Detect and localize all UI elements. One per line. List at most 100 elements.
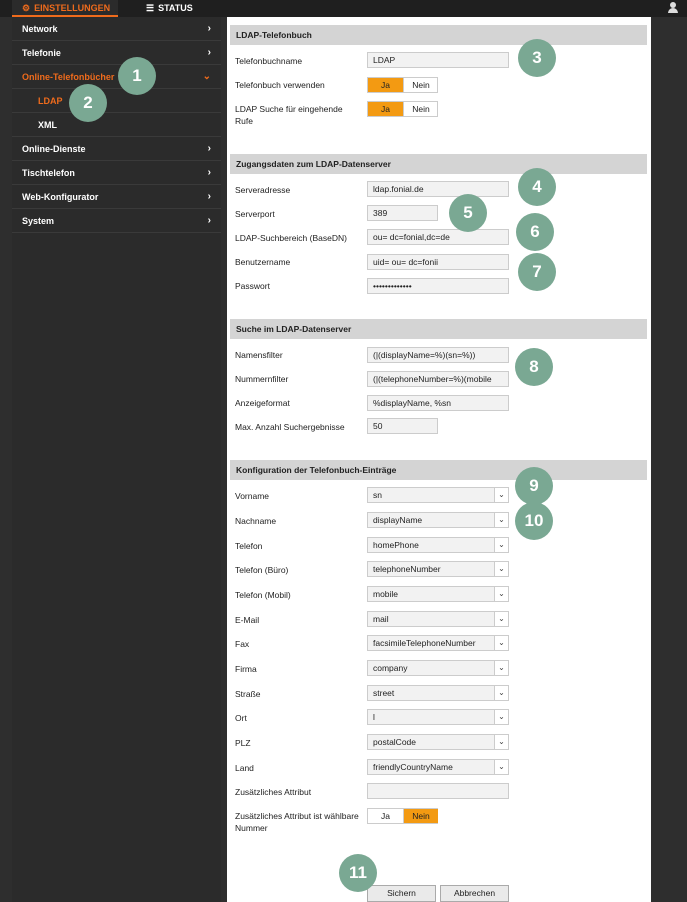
chevron-down-icon: ⌄ xyxy=(494,760,508,774)
number-filter-input[interactable]: (|(telephoneNumber=%)(mobile xyxy=(367,371,509,387)
select-value: postalCode xyxy=(373,737,417,747)
toggle-yes[interactable]: Ja xyxy=(368,809,403,823)
basedn-input[interactable]: ou= dc=fonial,dc=de xyxy=(367,229,509,245)
chevron-down-icon: ⌄ xyxy=(494,710,508,724)
name-filter-label: Namensfilter xyxy=(235,350,283,360)
tab-status[interactable]: ☰ STATUS xyxy=(146,0,206,17)
phonebook-name-input[interactable]: LDAP xyxy=(367,52,509,68)
tab-settings[interactable]: ⚙ EINSTELLUNGEN xyxy=(12,0,118,17)
extra-dialable-toggle[interactable]: Ja Nein xyxy=(367,808,438,824)
config-row-label: Telefon (Mobil) xyxy=(235,590,291,600)
callout-badge: 2 xyxy=(69,84,107,122)
use-phonebook-toggle[interactable]: Ja Nein xyxy=(367,77,438,93)
username-input[interactable]: uid= ou= dc=fonii xyxy=(367,254,509,270)
callout-badge: 7 xyxy=(518,253,556,291)
select-value: l xyxy=(373,712,375,722)
sidebar-item-network[interactable]: Network › xyxy=(12,17,221,41)
callout-badge: 3 xyxy=(518,39,556,77)
max-results-input[interactable]: 50 xyxy=(367,418,438,434)
sidebar-item-telefonie[interactable]: Telefonie › xyxy=(12,41,221,65)
sidebar-item-tischtelefon[interactable]: Tischtelefon › xyxy=(12,161,221,185)
config-row-label: Straße xyxy=(235,689,261,699)
toggle-yes[interactable]: Ja xyxy=(368,78,403,92)
main-content: LDAP-Telefonbuch Telefonbuchname LDAP Te… xyxy=(227,17,651,902)
lastname-select[interactable]: displayName ⌄ xyxy=(367,512,509,528)
server-address-input[interactable]: ldap.fonial.de xyxy=(367,181,509,197)
tab-settings-label: EINSTELLUNGEN xyxy=(34,3,111,13)
country-select[interactable]: friendlyCountryName ⌄ xyxy=(367,759,509,775)
number-filter-label: Nummernfilter xyxy=(235,374,289,384)
config-row-label: E-Mail xyxy=(235,615,260,625)
sidebar-item-label: Online-Dienste xyxy=(22,144,86,154)
toggle-no[interactable]: Nein xyxy=(403,78,438,92)
email-select[interactable]: mail ⌄ xyxy=(367,611,509,627)
user-icon[interactable] xyxy=(667,2,679,14)
callout-badge: 9 xyxy=(515,467,553,505)
company-select[interactable]: company ⌄ xyxy=(367,660,509,676)
chevron-right-icon: › xyxy=(207,143,211,154)
sidebar-item-system[interactable]: System › xyxy=(12,209,221,233)
toggle-no[interactable]: Nein xyxy=(403,809,438,823)
section-header-server: Zugangsdaten zum LDAP-Datenserver xyxy=(230,154,647,174)
config-row-label: Telefon (Büro) xyxy=(235,565,289,575)
chevron-down-icon: ⌄ xyxy=(494,538,508,552)
callout-badge: 5 xyxy=(449,194,487,232)
select-value: telephoneNumber xyxy=(373,564,441,574)
phone-select[interactable]: homePhone ⌄ xyxy=(367,537,509,553)
basedn-label: LDAP-Suchbereich (BaseDN) xyxy=(235,233,347,243)
extra-dialable-label: Zusätzliches Attribut ist wählbare Numme… xyxy=(235,811,359,833)
sidebar-item-label: XML xyxy=(38,120,57,130)
select-value: facsimileTelephoneNumber xyxy=(373,638,476,648)
sidebar-item-online-dienste[interactable]: Online-Dienste › xyxy=(12,137,221,161)
callout-badge: 1 xyxy=(118,57,156,95)
use-phonebook-label: Telefonbuch verwenden xyxy=(235,80,325,90)
config-row-label: Nachname xyxy=(235,516,277,526)
top-bar: ⚙ EINSTELLUNGEN ☰ STATUS xyxy=(0,0,687,17)
name-filter-input[interactable]: (|(displayName=%)(sn=%)) xyxy=(367,347,509,363)
chevron-right-icon: › xyxy=(207,215,211,226)
callout-badge: 8 xyxy=(515,348,553,386)
save-button[interactable]: Sichern xyxy=(367,885,436,902)
server-port-input[interactable]: 389 xyxy=(367,205,438,221)
zip-select[interactable]: postalCode ⌄ xyxy=(367,734,509,750)
extra-attribute-input[interactable] xyxy=(367,783,509,799)
select-value: mail xyxy=(373,614,389,624)
toggle-no[interactable]: Nein xyxy=(403,102,438,116)
config-row-label: Vorname xyxy=(235,491,270,501)
config-row-label: Fax xyxy=(235,639,250,649)
display-format-input[interactable]: %displayName, %sn xyxy=(367,395,509,411)
config-row-label: Land xyxy=(235,763,254,773)
section-header-search: Suche im LDAP-Datenserver xyxy=(230,319,647,339)
street-select[interactable]: street ⌄ xyxy=(367,685,509,701)
sidebar-subitem-ldap[interactable]: LDAP xyxy=(12,89,221,113)
chevron-down-icon: ⌄ xyxy=(202,71,211,82)
sidebar-item-label: Telefonie xyxy=(22,48,61,58)
mobile-phone-select[interactable]: mobile ⌄ xyxy=(367,586,509,602)
config-row-label: PLZ xyxy=(235,738,251,748)
chevron-right-icon: › xyxy=(207,23,211,34)
toggle-yes[interactable]: Ja xyxy=(368,102,403,116)
chevron-right-icon: › xyxy=(207,167,211,178)
password-input[interactable]: ••••••••••••• xyxy=(367,278,509,294)
select-value: homePhone xyxy=(373,540,419,550)
callout-badge: 10 xyxy=(515,502,553,540)
username-label: Benutzername xyxy=(235,257,291,267)
tab-status-label: STATUS xyxy=(158,3,193,13)
sidebar-subitem-xml[interactable]: XML xyxy=(12,113,221,137)
select-value: sn xyxy=(373,490,382,500)
config-row-label: Ort xyxy=(235,713,247,723)
incoming-search-toggle[interactable]: Ja Nein xyxy=(367,101,438,117)
chevron-down-icon: ⌄ xyxy=(494,562,508,576)
section-header-config: Konfiguration der Telefonbuch-Einträge xyxy=(230,460,647,480)
sidebar-item-label: Web-Konfigurator xyxy=(22,192,99,202)
server-port-label: Serverport xyxy=(235,209,275,219)
cancel-button[interactable]: Abbrechen xyxy=(440,885,509,902)
firstname-select[interactable]: sn ⌄ xyxy=(367,487,509,503)
phonebook-name-label: Telefonbuchname xyxy=(235,56,303,66)
city-select[interactable]: l ⌄ xyxy=(367,709,509,725)
fax-select[interactable]: facsimileTelephoneNumber ⌄ xyxy=(367,635,509,651)
office-phone-select[interactable]: telephoneNumber ⌄ xyxy=(367,561,509,577)
sidebar-item-web-konfigurator[interactable]: Web-Konfigurator › xyxy=(12,185,221,209)
chevron-down-icon: ⌄ xyxy=(494,587,508,601)
sidebar-item-online-telefonbuecher[interactable]: Online-Telefonbücher ⌄ xyxy=(12,65,221,89)
